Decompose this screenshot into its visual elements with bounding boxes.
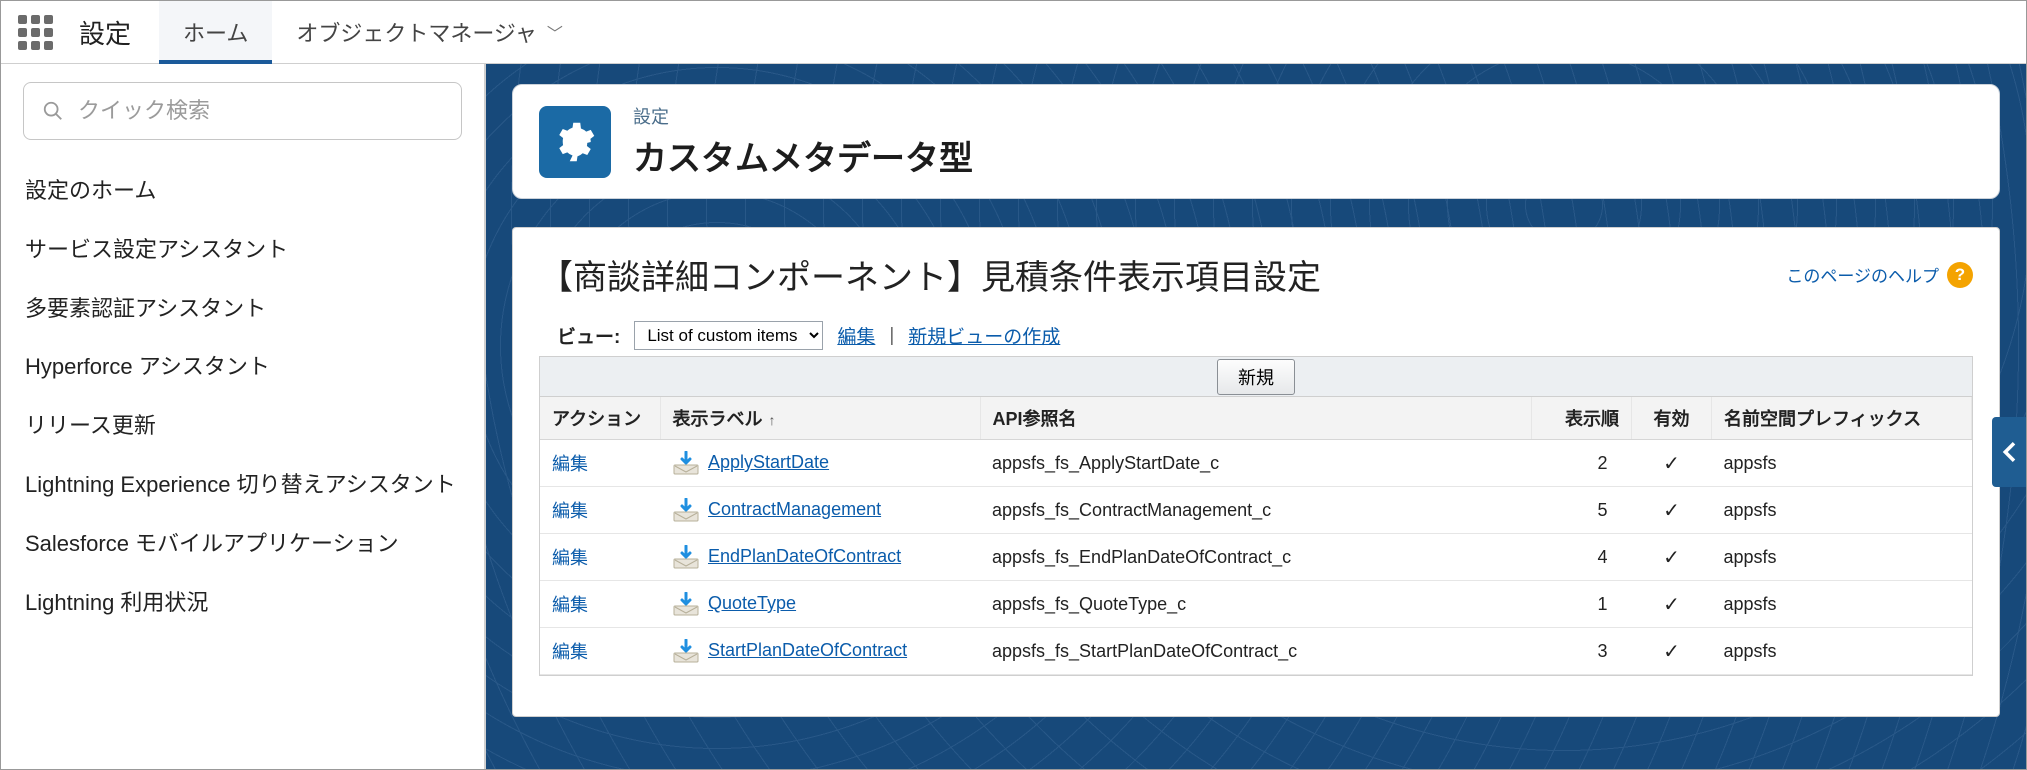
table-row: 編集 EndPlanDateOfContract appsfs_fs_EndPlan… — [540, 534, 1972, 581]
quick-find[interactable] — [23, 82, 462, 140]
download-icon[interactable] — [672, 591, 700, 617]
row-edit-link[interactable]: 編集 — [552, 642, 588, 662]
table-row: 編集 ContractManagement appsfs_fs_ContractMa… — [540, 487, 1972, 534]
sidebar-item-7[interactable]: Lightning 利用状況 — [23, 574, 462, 633]
chevron-left-icon — [2002, 442, 2016, 462]
row-api: appsfs_fs_QuoteType_c — [980, 581, 1532, 628]
row-order: 2 — [1532, 440, 1632, 487]
sidebar-item-3[interactable]: Hyperforce アシスタント — [23, 338, 462, 397]
row-label-link[interactable]: StartPlanDateOfContract — [708, 640, 907, 660]
row-ns: appsfs — [1712, 534, 1972, 581]
tab-home-label: ホーム — [183, 16, 248, 48]
download-icon[interactable] — [672, 497, 700, 523]
row-edit-link[interactable]: 編集 — [552, 595, 588, 615]
col-label[interactable]: 表示ラベル↑ — [660, 397, 980, 440]
view-label: ビュー: — [557, 322, 620, 349]
row-active: ✓ — [1632, 581, 1712, 628]
tab-object-manager-label: オブジェクトマネージャ — [296, 16, 536, 48]
row-api: appsfs_fs_EndPlanDateOfContract_c — [980, 534, 1532, 581]
page-header-sup: 設定 — [633, 103, 973, 129]
tab-object-manager[interactable]: オブジェクトマネージャ ﹀ — [272, 1, 586, 63]
page-header: 設定 カスタムメタデータ型 — [512, 84, 2000, 199]
expand-panel-tab[interactable] — [1992, 417, 2026, 487]
chevron-down-icon: ﹀ — [547, 20, 563, 44]
col-ns[interactable]: 名前空間プレフィックス — [1712, 397, 1972, 440]
table-row: 編集 QuoteType appsfs_fs_QuoteType_c1✓appsfs — [540, 581, 1972, 628]
quick-find-input[interactable] — [78, 98, 443, 124]
row-edit-link[interactable]: 編集 — [552, 454, 588, 474]
view-row: ビュー: List of custom items 編集 | 新規ビューの作成 — [557, 321, 1973, 350]
row-api: appsfs_fs_ContractManagement_c — [980, 487, 1532, 534]
row-api: appsfs_fs_StartPlanDateOfContract_c — [980, 628, 1532, 675]
table-row: 編集 ApplyStartDate appsfs_fs_ApplyStartDate… — [540, 440, 1972, 487]
view-new-link[interactable]: 新規ビューの作成 — [908, 322, 1060, 349]
row-active: ✓ — [1632, 440, 1712, 487]
page-help-label: このページのヘルプ — [1786, 262, 1939, 287]
list-title: 【商談詳細コンポーネント】見積条件表示項目設定 — [539, 250, 1321, 299]
list-wrap: 新規 アクション 表示ラベル↑ API参照名 表示順 有効 名前空間プレフィック… — [539, 356, 1973, 676]
download-icon[interactable] — [672, 450, 700, 476]
row-edit-link[interactable]: 編集 — [552, 548, 588, 568]
app-title: 設定 — [69, 1, 159, 63]
row-ns: appsfs — [1712, 581, 1972, 628]
row-edit-link[interactable]: 編集 — [552, 501, 588, 521]
download-icon[interactable] — [672, 544, 700, 570]
row-order: 3 — [1532, 628, 1632, 675]
col-action: アクション — [540, 397, 660, 440]
row-ns: appsfs — [1712, 440, 1972, 487]
app-launcher-icon[interactable] — [1, 1, 69, 63]
row-ns: appsfs — [1712, 628, 1972, 675]
sidebar-item-4[interactable]: リリース更新 — [23, 397, 462, 456]
sidebar-item-2[interactable]: 多要素認証アシスタント — [23, 280, 462, 339]
new-button[interactable]: 新規 — [1217, 359, 1295, 395]
page-title: カスタムメタデータ型 — [633, 131, 973, 180]
row-order: 5 — [1532, 487, 1632, 534]
row-active: ✓ — [1632, 534, 1712, 581]
page-help-link[interactable]: このページのヘルプ ? — [1786, 262, 1973, 288]
table-row: 編集 StartPlanDateOfContract appsfs_fs_Start… — [540, 628, 1972, 675]
row-active: ✓ — [1632, 487, 1712, 534]
list-card: 【商談詳細コンポーネント】見積条件表示項目設定 このページのヘルプ ? ビュー:… — [512, 227, 2000, 717]
top-nav: 設定 ホーム オブジェクトマネージャ ﹀ — [1, 1, 2026, 64]
row-active: ✓ — [1632, 628, 1712, 675]
sidebar-item-0[interactable]: 設定のホーム — [23, 162, 462, 221]
sidebar-item-6[interactable]: Salesforce モバイルアプリケーション — [23, 515, 462, 574]
sidebar-item-1[interactable]: サービス設定アシスタント — [23, 221, 462, 280]
row-order: 1 — [1532, 581, 1632, 628]
help-icon: ? — [1947, 262, 1973, 288]
setup-sidebar: 設定のホームサービス設定アシスタント多要素認証アシスタントHyperforce … — [1, 64, 486, 769]
search-icon — [42, 100, 64, 122]
gear-icon — [539, 106, 611, 178]
col-order[interactable]: 表示順 — [1532, 397, 1632, 440]
view-select[interactable]: List of custom items — [634, 321, 823, 350]
download-icon[interactable] — [672, 638, 700, 664]
view-edit-link[interactable]: 編集 — [837, 322, 875, 349]
sidebar-item-5[interactable]: Lightning Experience 切り替えアシスタント — [23, 456, 462, 515]
tab-home[interactable]: ホーム — [159, 1, 272, 63]
sort-asc-icon: ↑ — [769, 412, 776, 428]
row-label-link[interactable]: ApplyStartDate — [708, 452, 829, 472]
col-active[interactable]: 有効 — [1632, 397, 1712, 440]
row-label-link[interactable]: EndPlanDateOfContract — [708, 546, 901, 566]
row-ns: appsfs — [1712, 487, 1972, 534]
row-label-link[interactable]: ContractManagement — [708, 499, 881, 519]
main-content: 設定 カスタムメタデータ型 【商談詳細コンポーネント】見積条件表示項目設定 この… — [486, 64, 2026, 769]
col-api[interactable]: API参照名 — [980, 397, 1532, 440]
row-label-link[interactable]: QuoteType — [708, 593, 796, 613]
row-order: 4 — [1532, 534, 1632, 581]
records-table: アクション 表示ラベル↑ API参照名 表示順 有効 名前空間プレフィックス 編… — [540, 397, 1972, 675]
row-api: appsfs_fs_ApplyStartDate_c — [980, 440, 1532, 487]
